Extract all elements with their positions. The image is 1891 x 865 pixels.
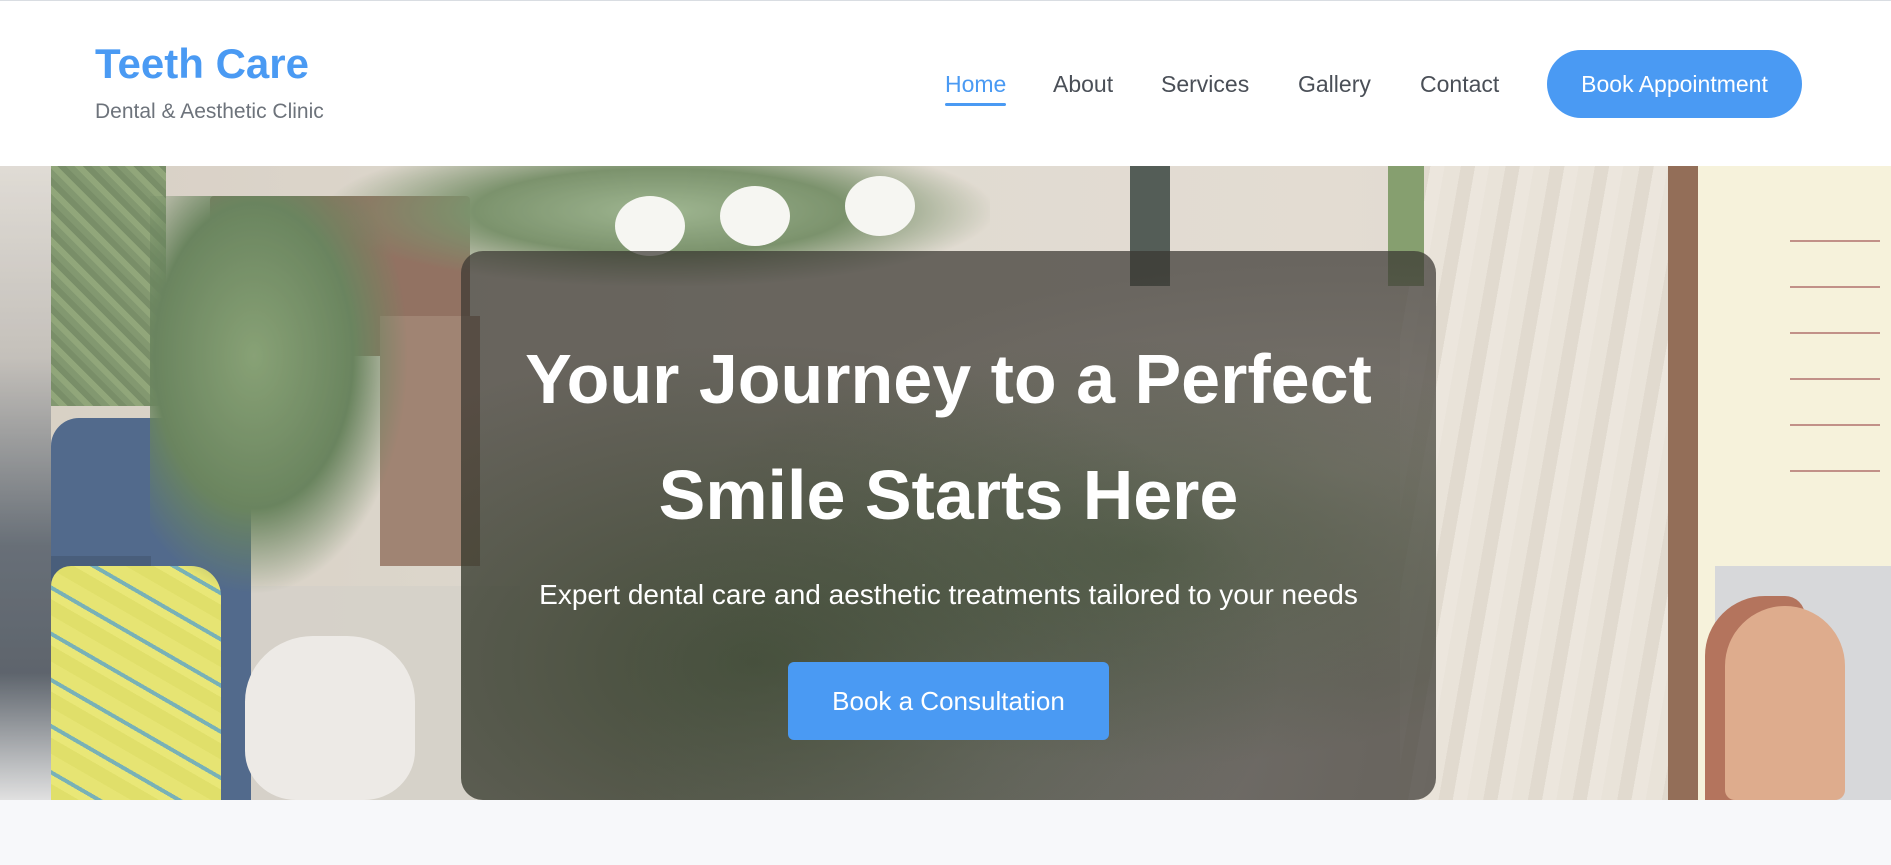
brand-title[interactable]: Teeth Care [95, 39, 324, 89]
book-appointment-button[interactable]: Book Appointment [1547, 50, 1802, 118]
brand-subtitle: Dental & Aesthetic Clinic [95, 100, 324, 123]
hero-subtitle: Expert dental care and aesthetic treatme… [539, 579, 1358, 610]
nav-item-home[interactable]: Home [945, 69, 1007, 106]
hero-title: Your Journey to a Perfect Smile Starts H… [461, 321, 1436, 553]
hero-section: Your Journey to a Perfect Smile Starts H… [0, 166, 1891, 800]
nav-item-contact[interactable]: Contact [1420, 69, 1499, 99]
brand[interactable]: Teeth Care Dental & Aesthetic Clinic [95, 39, 324, 125]
hero-title-line-1: Your Journey to a Perfect [525, 340, 1372, 418]
site-header: Teeth Care Dental & Aesthetic Clinic Hom… [0, 1, 1891, 166]
nav-item-about[interactable]: About [1053, 69, 1113, 99]
nav-item-gallery[interactable]: Gallery [1298, 69, 1371, 99]
book-consultation-button[interactable]: Book a Consultation [788, 662, 1109, 740]
next-section [0, 800, 1891, 865]
nav-item-services[interactable]: Services [1161, 69, 1249, 99]
hero-title-line-2: Smile Starts Here [658, 456, 1239, 534]
hero-card: Your Journey to a Perfect Smile Starts H… [461, 251, 1436, 800]
